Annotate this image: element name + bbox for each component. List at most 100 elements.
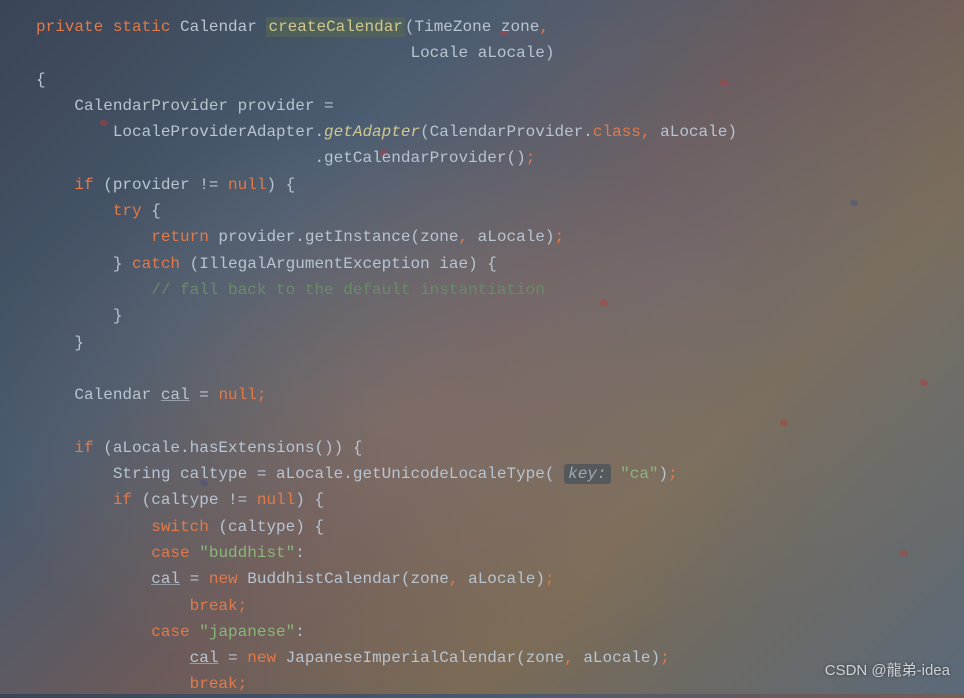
code-line: try { (36, 202, 161, 220)
keyword-try: try (113, 202, 142, 220)
brace-close: } (113, 307, 123, 325)
code-line: if (provider != null) { (36, 176, 295, 194)
semicolon: ; (545, 570, 555, 588)
return-type: Calendar (180, 18, 257, 36)
watermark-text: CSDN @龍弟-idea (825, 658, 950, 684)
semicolon: ; (257, 386, 267, 404)
keyword-null: null (257, 491, 295, 509)
code-line: .getCalendarProvider(); (36, 149, 535, 167)
code-line: break; (36, 597, 247, 615)
declaration: CalendarProvider provider = (74, 97, 333, 115)
arg: aLocale) (651, 123, 737, 141)
code-line: } (36, 334, 84, 352)
code-line: case "buddhist": (36, 544, 305, 562)
param-name: zone (501, 18, 539, 36)
ctor: BuddhistCalendar(zone (238, 570, 449, 588)
keyword-if: if (74, 439, 93, 457)
paren-close: ) (545, 44, 555, 62)
chain-call: .getCalendarProvider() (314, 149, 525, 167)
comma: , (564, 649, 574, 667)
expr: provider.getInstance(zone (209, 228, 459, 246)
static-method: getAdapter (324, 123, 420, 141)
param-name: aLocale (478, 44, 545, 62)
arg: aLocale) (574, 649, 660, 667)
keyword-static: static (113, 18, 171, 36)
method-name: createCalendar (266, 17, 404, 37)
arg: aLocale) (459, 570, 545, 588)
comment: // fall back to the default instantiatio… (151, 281, 545, 299)
keyword-break: break (190, 597, 238, 615)
expr: LocaleProviderAdapter. (113, 123, 324, 141)
keyword-return: return (151, 228, 209, 246)
string-literal: "japanese" (199, 623, 295, 641)
comma: , (449, 570, 459, 588)
catch-clause: (IllegalArgumentException iae) { (180, 255, 497, 273)
keyword-null: null (228, 176, 266, 194)
param-type: TimeZone (415, 18, 492, 36)
brace-close: } (113, 255, 132, 273)
code-line: cal = new JapaneseImperialCalendar(zone,… (36, 649, 670, 667)
colon: : (295, 623, 305, 641)
code-line: case "japanese": (36, 623, 305, 641)
code-line: private static Calendar createCalendar(T… (36, 17, 549, 37)
code-line: return provider.getInstance(zone, aLocal… (36, 228, 564, 246)
variable: cal (190, 649, 219, 667)
comma: , (458, 228, 468, 246)
brace: { (142, 202, 161, 220)
string-literal: "buddhist" (199, 544, 295, 562)
code-line: cal = new BuddhistCalendar(zone, aLocale… (36, 570, 555, 588)
assign: = (180, 570, 209, 588)
semicolon: ; (526, 149, 536, 167)
colon: : (295, 544, 305, 562)
expr: String caltype = aLocale.getUnicodeLocal… (113, 465, 564, 483)
cond-open: (caltype != (132, 491, 257, 509)
cond: (caltype) { (209, 518, 324, 536)
args: (CalendarProvider. (420, 123, 593, 141)
semicolon: ; (238, 597, 248, 615)
variable: cal (161, 386, 190, 404)
keyword-null: null (218, 386, 256, 404)
code-line: Calendar cal = null; (36, 386, 266, 404)
semicolon: ; (660, 649, 670, 667)
ctor: JapaneseImperialCalendar(zone (276, 649, 564, 667)
code-line: CalendarProvider provider = (36, 97, 334, 115)
param-type: Locale (410, 44, 468, 62)
semicolon: ; (555, 228, 565, 246)
code-line: } (36, 307, 122, 325)
code-block: private static Calendar createCalendar(T… (0, 0, 964, 698)
keyword-break: break (190, 675, 238, 693)
code-line: switch (caltype) { (36, 518, 324, 536)
code-line: break; (36, 675, 247, 693)
keyword-if: if (74, 176, 93, 194)
keyword-switch: switch (151, 518, 209, 536)
close: ) (659, 465, 669, 483)
keyword-case: case (151, 623, 189, 641)
keyword-new: new (247, 649, 276, 667)
code-line: // fall back to the default instantiatio… (36, 281, 545, 299)
cond-close: ) { (295, 491, 324, 509)
keyword-new: new (209, 570, 238, 588)
keyword-catch: catch (132, 255, 180, 273)
param-hint: key: (564, 464, 610, 484)
keyword-case: case (151, 544, 189, 562)
code-line: } catch (IllegalArgumentException iae) { (36, 255, 497, 273)
type: Calendar (74, 386, 160, 404)
semicolon: ; (668, 465, 678, 483)
cond: (aLocale.hasExtensions()) { (94, 439, 363, 457)
variable: cal (151, 570, 180, 588)
code-line: String caltype = aLocale.getUnicodeLocal… (36, 464, 678, 484)
keyword-if: if (113, 491, 132, 509)
string-literal: "ca" (620, 465, 658, 483)
class-keyword: class (593, 123, 641, 141)
brace-close: } (74, 334, 84, 352)
code-line: { (36, 71, 46, 89)
semicolon: ; (238, 675, 248, 693)
cond-open: (provider != (94, 176, 228, 194)
assign: = (218, 649, 247, 667)
code-line: Locale aLocale) (36, 44, 555, 62)
assign: = (190, 386, 219, 404)
keyword-private: private (36, 18, 103, 36)
comma: , (641, 123, 651, 141)
cond-close: ) { (266, 176, 295, 194)
code-line: if (aLocale.hasExtensions()) { (36, 439, 362, 457)
